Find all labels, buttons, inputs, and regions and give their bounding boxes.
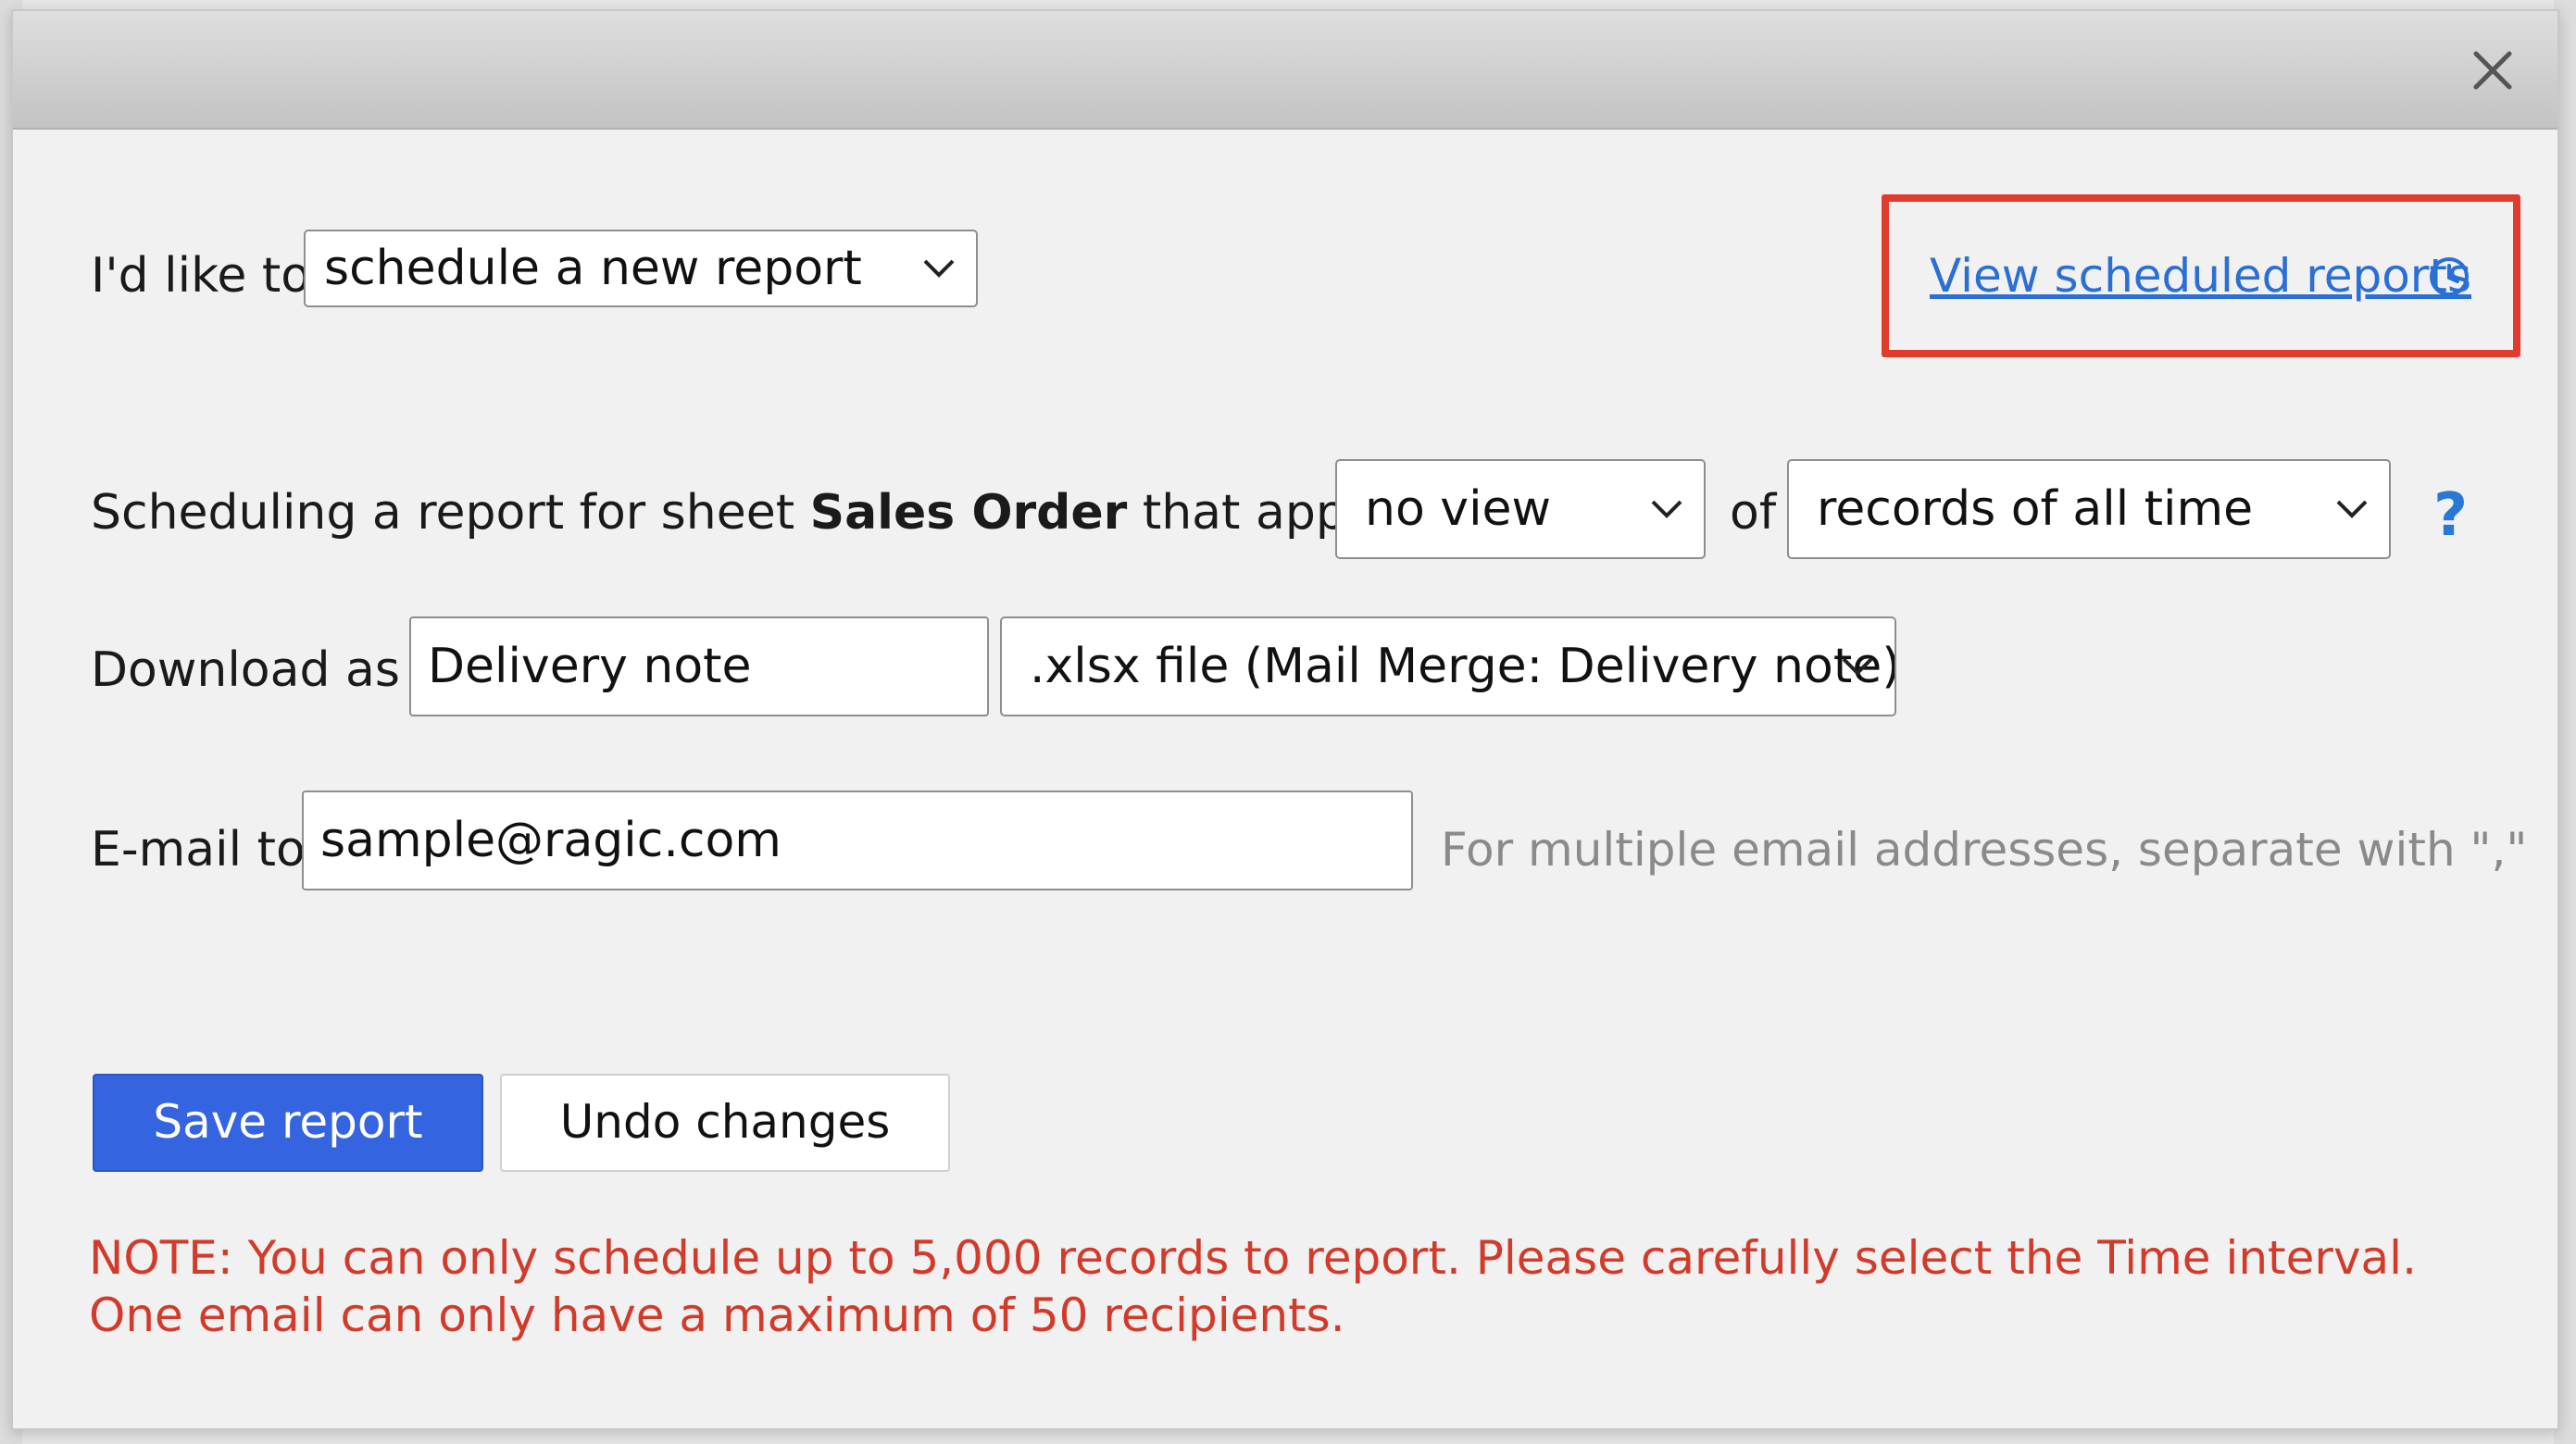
chevron-down-icon	[1651, 500, 1682, 518]
view-select-value: no view	[1365, 481, 1552, 537]
intent-select[interactable]: schedule a new report	[304, 230, 978, 307]
note-line-2: One email can only have a maximum of 50 …	[89, 1288, 1345, 1342]
save-report-button[interactable]: Save report	[93, 1074, 483, 1172]
intent-select-value: schedule a new report	[324, 241, 862, 296]
email-label: E-mail to	[91, 822, 306, 878]
email-hint: For multiple email addresses, separate w…	[1441, 823, 2528, 877]
limit-note: NOTE: You can only schedule up to 5,000 …	[89, 1229, 2417, 1344]
download-label: Download as	[91, 642, 400, 698]
range-select-value: records of all time	[1817, 481, 2254, 537]
filename-input[interactable]: Delivery note	[409, 616, 989, 716]
email-input[interactable]: sample@ragic.com	[302, 790, 1413, 890]
of-label: of	[1730, 485, 1777, 541]
email-input-value: sample@ragic.com	[320, 813, 782, 868]
range-select[interactable]: records of all time	[1787, 459, 2391, 559]
dialog-titlebar	[13, 11, 2557, 130]
scheduling-prefix: Scheduling a report for sheet	[91, 485, 795, 541]
chevron-down-icon	[923, 259, 955, 278]
intent-label: I'd like to	[91, 248, 311, 304]
sheet-name: Sales Order	[809, 485, 1128, 541]
help-icon[interactable]: ?	[2433, 483, 2468, 548]
note-line-1: NOTE: You can only schedule up to 5,000 …	[89, 1231, 2417, 1285]
close-icon	[2473, 51, 2512, 90]
view-scheduled-reports-link[interactable]: View scheduled reports	[1930, 248, 2471, 304]
close-button[interactable]	[2467, 44, 2519, 96]
format-select[interactable]: .xlsx file (Mail Merge: Delivery note)	[1000, 616, 1896, 716]
format-select-value: .xlsx file (Mail Merge: Delivery note)	[1030, 639, 1896, 694]
undo-changes-button[interactable]: Undo changes	[500, 1074, 950, 1172]
chevron-down-icon	[2336, 500, 2368, 518]
clock-icon	[2430, 257, 2469, 296]
chevron-down-icon	[1842, 657, 1873, 676]
scheduling-sentence: Scheduling a report for sheet Sales Orde…	[91, 485, 1428, 541]
view-select[interactable]: no view	[1335, 459, 1706, 559]
schedule-report-dialog: I'd like to schedule a new report View s…	[11, 9, 2559, 1430]
filename-input-value: Delivery note	[428, 639, 752, 694]
